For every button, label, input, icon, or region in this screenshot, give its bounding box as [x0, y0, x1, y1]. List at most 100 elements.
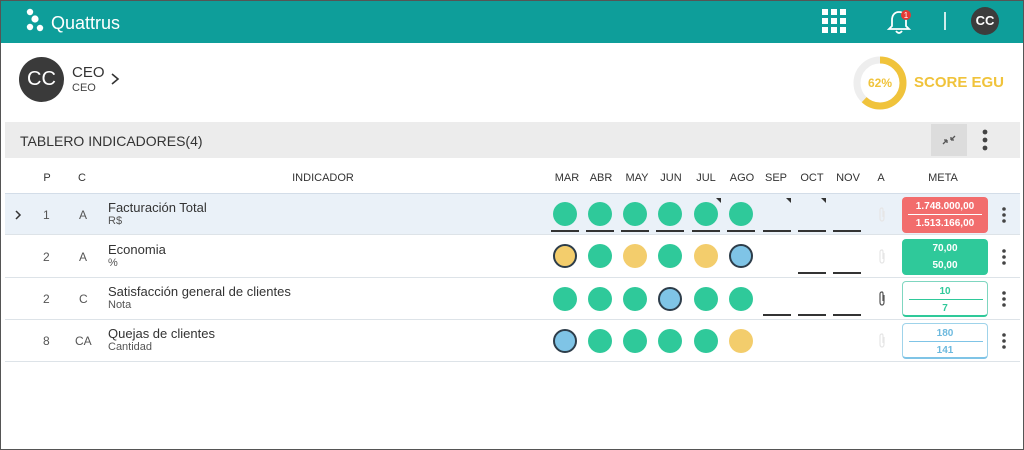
status-dot-jul[interactable] — [694, 287, 718, 311]
row-more-icon[interactable] — [999, 332, 1009, 350]
meta-target: 1.748.000,00 — [915, 201, 975, 212]
meta-box[interactable]: 70,00 50,00 — [902, 239, 988, 275]
table-row[interactable]: 8 CA Quejas de clientes Cantidad 180 141 — [5, 320, 1020, 362]
month-underline-empty[interactable] — [763, 230, 791, 232]
col-header-a: A — [877, 172, 885, 184]
indicator-name[interactable]: Economia — [108, 242, 166, 257]
panel-more-icon[interactable] — [977, 128, 993, 152]
status-dot-mar[interactable] — [553, 244, 577, 268]
status-dot-ago[interactable] — [729, 202, 753, 226]
chevron-right-icon[interactable] — [109, 71, 121, 87]
status-dot-jun[interactable] — [658, 287, 682, 311]
apps-grid-icon[interactable] — [822, 9, 846, 33]
meta-box[interactable]: 10 7 — [902, 281, 988, 317]
month-underline — [692, 230, 720, 232]
meta-actual: 50,00 — [932, 260, 958, 271]
month-underline-empty[interactable] — [798, 272, 826, 274]
status-dot-jul[interactable] — [694, 202, 718, 226]
attachment-icon[interactable] — [877, 291, 887, 307]
panel-header: TABLERO INDICADORES(4) — [5, 122, 1020, 158]
status-dot-ago[interactable] — [729, 244, 753, 268]
topbar-divider — [944, 12, 946, 30]
col-header-meta: META — [928, 172, 958, 184]
status-dot-may[interactable] — [623, 244, 647, 268]
row-p: 1 — [43, 208, 50, 222]
comment-corner-marker — [821, 198, 826, 203]
status-dot-abr[interactable] — [588, 287, 612, 311]
table-row[interactable]: 2 A Economia % 70,00 50,00 — [5, 236, 1020, 278]
meta-divider — [908, 214, 982, 215]
meta-actual: 1.513.166,00 — [915, 218, 975, 229]
status-dot-ago[interactable] — [729, 287, 753, 311]
quattrus-logo-icon — [26, 8, 44, 32]
col-header-month: NOV — [836, 172, 860, 184]
indicator-name[interactable]: Facturación Total — [108, 200, 207, 215]
status-dot-jun[interactable] — [658, 329, 682, 353]
score-label: SCORE EGU — [914, 74, 1005, 91]
status-dot-jun[interactable] — [658, 244, 682, 268]
indicator-unit: Cantidad — [108, 341, 153, 353]
month-underline — [586, 230, 614, 232]
col-header-month: OCT — [800, 172, 824, 184]
meta-target: 70,00 — [932, 243, 958, 254]
row-more-icon[interactable] — [999, 290, 1009, 308]
col-header-p: P — [43, 172, 51, 184]
col-header-month: ABR — [589, 172, 613, 184]
row-more-icon[interactable] — [999, 248, 1009, 266]
table-row[interactable]: 1 A Facturación Total R$ 1.748.000,00 1.… — [5, 193, 1020, 235]
meta-box[interactable]: 180 141 — [902, 323, 988, 359]
col-header-month: JUL — [696, 172, 716, 184]
expand-row-icon[interactable] — [13, 209, 23, 221]
profile-role: CEO — [72, 64, 105, 81]
month-underline-empty[interactable] — [763, 314, 791, 316]
attachment-icon — [879, 249, 885, 264]
status-dot-may[interactable] — [623, 202, 647, 226]
brand-name: Quattrus — [51, 13, 121, 33]
top-bar: Quattrus 1 CC — [1, 1, 1023, 43]
col-header-month: MAY — [625, 172, 649, 184]
status-dot-mar[interactable] — [553, 202, 577, 226]
meta-target: 10 — [939, 286, 951, 297]
status-dot-mar[interactable] — [553, 329, 577, 353]
status-dot-mar[interactable] — [553, 287, 577, 311]
meta-divider — [908, 256, 982, 257]
month-underline-empty[interactable] — [833, 314, 861, 316]
indicator-name[interactable]: Satisfacción general de clientes — [108, 284, 291, 299]
month-underline-empty[interactable] — [798, 230, 826, 232]
col-header-month: JUN — [660, 172, 682, 184]
status-dot-abr[interactable] — [588, 244, 612, 268]
meta-box[interactable]: 1.748.000,00 1.513.166,00 — [902, 197, 988, 233]
row-more-icon[interactable] — [999, 206, 1009, 224]
month-underline-empty[interactable] — [833, 230, 861, 232]
indicator-unit: % — [108, 257, 118, 269]
status-dot-abr[interactable] — [588, 329, 612, 353]
col-header-month: MAR — [554, 172, 580, 184]
status-dot-ago[interactable] — [729, 329, 753, 353]
user-avatar[interactable]: CC — [971, 7, 999, 35]
month-underline-empty[interactable] — [833, 272, 861, 274]
month-underline-empty[interactable] — [798, 314, 826, 316]
row-c: C — [79, 292, 88, 306]
month-underline — [621, 230, 649, 232]
status-dot-jul[interactable] — [694, 329, 718, 353]
meta-divider — [909, 341, 983, 342]
status-dot-jun[interactable] — [658, 202, 682, 226]
score-gauge: 62% — [853, 56, 907, 110]
indicator-name[interactable]: Quejas de clientes — [108, 326, 215, 341]
comment-corner-marker — [716, 198, 721, 203]
row-p: 2 — [43, 250, 50, 264]
table-row[interactable]: 2 C Satisfacción general de clientes Not… — [5, 278, 1020, 320]
status-dot-may[interactable] — [623, 287, 647, 311]
status-dot-may[interactable] — [623, 329, 647, 353]
collapse-icon — [942, 135, 956, 145]
profile-avatar: CC — [19, 57, 64, 102]
notification-count: 1 — [904, 11, 909, 20]
row-c: A — [79, 208, 88, 222]
status-dot-jul[interactable] — [694, 244, 718, 268]
row-p: 8 — [43, 334, 50, 348]
status-dot-abr[interactable] — [588, 202, 612, 226]
panel-title: TABLERO INDICADORES(4) — [20, 133, 203, 149]
notifications-button[interactable]: 1 — [885, 8, 913, 36]
collapse-button[interactable] — [931, 124, 967, 156]
indicator-unit: R$ — [108, 215, 123, 227]
